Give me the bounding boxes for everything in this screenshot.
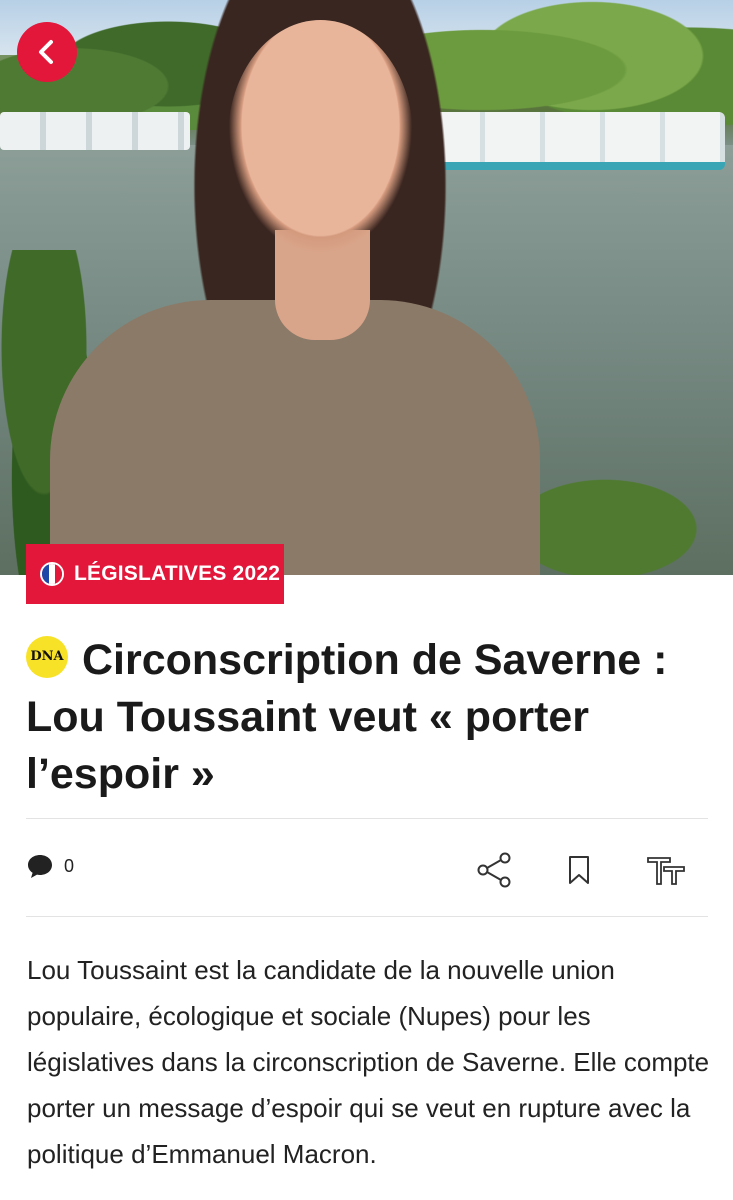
comments-button[interactable]: 0 — [26, 852, 74, 880]
article-content: DNA Circonscription de Saverne : Lou Tous… — [0, 575, 733, 1200]
chevron-left-icon — [39, 40, 53, 64]
article-title: Circonscription de Saverne : Lou Toussai… — [26, 636, 668, 798]
bookmark-icon — [569, 856, 589, 884]
photo-portrait — [50, 0, 540, 575]
photo-bush-right — [520, 460, 733, 575]
bookmark-button[interactable] — [559, 850, 599, 890]
category-tag[interactable]: LÉGISLATIVES 2022 — [26, 544, 284, 604]
divider-top — [26, 818, 708, 819]
share-icon — [477, 852, 511, 888]
back-button[interactable] — [17, 22, 77, 82]
comment-count: 0 — [64, 855, 75, 876]
article-toolbar: 0 — [26, 840, 708, 900]
photo-shirt — [50, 300, 540, 575]
dna-logo: DNA — [26, 635, 68, 678]
category-tag-label: LÉGISLATIVES 2022 — [74, 562, 281, 585]
comment-bubble-icon — [28, 855, 52, 878]
text-size-button[interactable] — [644, 850, 688, 890]
text-size-icon — [647, 857, 685, 885]
share-button[interactable] — [474, 850, 514, 890]
french-flag-icon — [40, 562, 64, 586]
divider-bottom — [26, 916, 708, 917]
photo-face — [228, 20, 413, 255]
article-lead: Lou Toussaint est la candidate de la nou… — [27, 955, 710, 1169]
hero-image — [0, 0, 733, 575]
article-headline: DNA Circonscription de Saverne : Lou Tous… — [26, 632, 716, 803]
